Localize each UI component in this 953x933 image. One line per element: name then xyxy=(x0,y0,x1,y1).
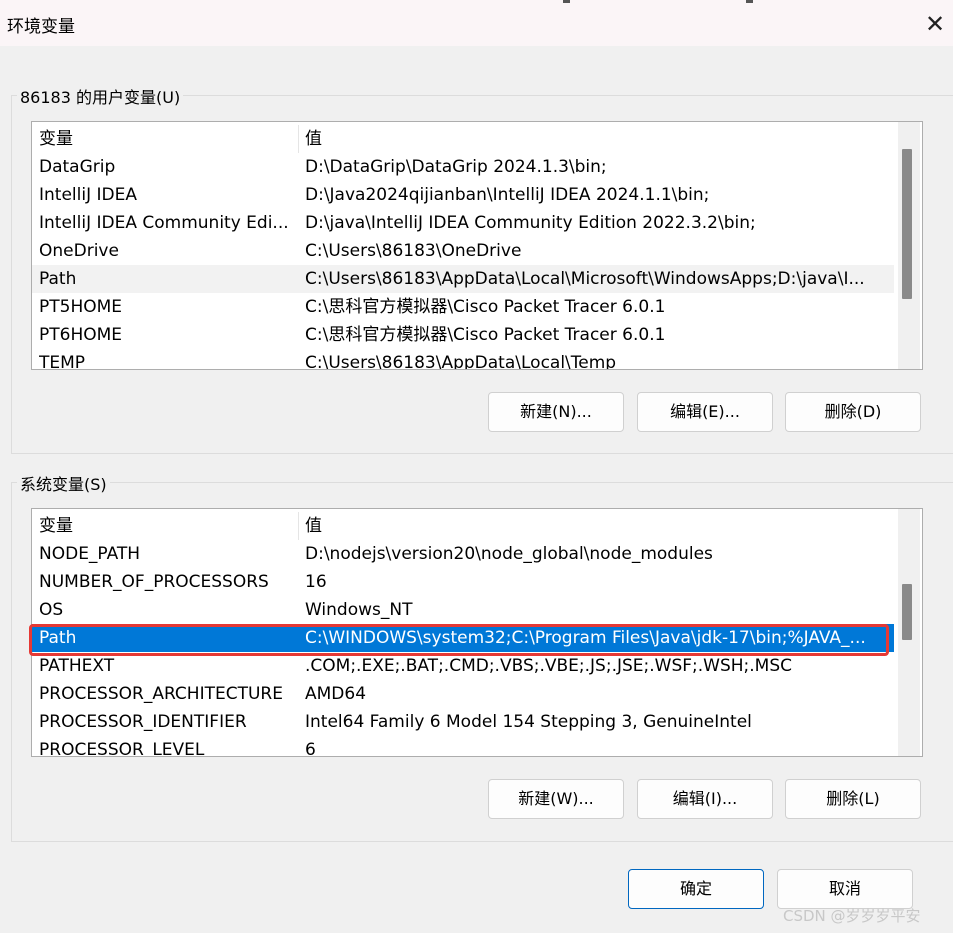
list-item[interactable]: NODE_PATH D:\nodejs\version20\node_global… xyxy=(32,540,894,568)
variable-value: C:\Users\86183\AppData\Local\Temp xyxy=(305,353,617,370)
user-delete-button[interactable]: 删除(D) xyxy=(785,392,921,432)
column-header-variable[interactable]: 变量 xyxy=(39,512,294,540)
variable-value: D:\nodejs\version20\node_global\node_mod… xyxy=(305,544,713,564)
title-bar-mark xyxy=(746,0,753,3)
variable-name: Path xyxy=(39,269,77,289)
variable-name: PATHEXT xyxy=(39,656,115,676)
list-item[interactable]: PATHEXT .COM;.EXE;.BAT;.CMD;.VBS;.VBE;.JS… xyxy=(32,652,894,680)
variable-value: D:\DataGrip\DataGrip 2024.1.3\bin; xyxy=(305,157,607,177)
list-item[interactable]: Path C:\Users\86183\AppData\Local\Microso… xyxy=(32,265,894,293)
system-variables-label: 系统变量(S) xyxy=(17,471,110,495)
list-item[interactable]: OS Windows_NT xyxy=(32,596,894,624)
variable-name: PT6HOME xyxy=(39,325,123,345)
variable-value: C:\思科官方模拟器\Cisco Packet Tracer 6.0.1 xyxy=(305,297,666,317)
user-edit-button[interactable]: 编辑(E)... xyxy=(637,392,773,432)
column-separator[interactable] xyxy=(298,512,299,540)
list-item[interactable]: PROCESSOR_ARCHITECTURE AMD64 xyxy=(32,680,894,708)
column-separator[interactable] xyxy=(298,125,299,153)
scrollbar-thumb[interactable] xyxy=(902,149,912,299)
list-item[interactable]: IntelliJ IDEA D:\Java2024qijianban\Intell… xyxy=(32,181,894,209)
list-item[interactable]: DataGrip D:\DataGrip\DataGrip 2024.1.3\bi… xyxy=(32,153,894,181)
variable-value: Windows_NT xyxy=(305,600,413,620)
user-variables-list[interactable]: 变量 值 DataGrip D:\DataGrip\DataGrip 2024.1… xyxy=(31,121,923,370)
list-item[interactable]: PT6HOME C:\思科官方模拟器\Cisco Packet Tracer 6.… xyxy=(32,321,894,349)
list-item[interactable]: PROCESSOR_IDENTIFIER Intel64 Family 6 Mod… xyxy=(32,708,894,736)
title-bar-mark xyxy=(563,0,570,3)
highlight-box xyxy=(29,624,889,656)
variable-value: C:\Users\86183\OneDrive xyxy=(305,241,522,261)
variable-name: OS xyxy=(39,600,64,620)
scrollbar-thumb[interactable] xyxy=(902,584,912,640)
variable-name: NODE_PATH xyxy=(39,544,141,564)
cancel-button[interactable]: 取消 xyxy=(777,869,913,909)
ok-button[interactable]: 确定 xyxy=(628,869,764,909)
window-title: 环境变量 xyxy=(7,17,75,37)
variable-name: PROCESSOR_LEVEL xyxy=(39,740,205,757)
list-item[interactable]: OneDrive C:\Users\86183\OneDrive xyxy=(32,237,894,265)
column-header-value[interactable]: 值 xyxy=(305,125,322,153)
variable-value: 16 xyxy=(305,572,327,592)
list-item[interactable]: TEMP C:\Users\86183\AppData\Local\Temp xyxy=(32,349,894,370)
variable-name: NUMBER_OF_PROCESSORS xyxy=(39,572,269,592)
variable-value: D:\java\IntelliJ IDEA Community Edition … xyxy=(305,213,756,233)
close-icon[interactable]: ✕ xyxy=(919,8,951,40)
user-new-button[interactable]: 新建(N)... xyxy=(488,392,624,432)
variable-name: PROCESSOR_IDENTIFIER xyxy=(39,712,247,732)
list-header: 变量 值 xyxy=(32,125,892,153)
title-bar: 环境变量 ✕ xyxy=(0,0,953,46)
variable-value: D:\Java2024qijianban\IntelliJ IDEA 2024.… xyxy=(305,185,710,205)
variable-name: PT5HOME xyxy=(39,297,123,317)
system-delete-button[interactable]: 删除(L) xyxy=(785,779,921,819)
user-list-scrollbar[interactable] xyxy=(898,122,920,369)
user-variables-label: 86183 的用户变量(U) xyxy=(17,84,184,108)
variable-value: C:\思科官方模拟器\Cisco Packet Tracer 6.0.1 xyxy=(305,325,666,345)
system-new-button[interactable]: 新建(W)... xyxy=(488,779,624,819)
variable-name: OneDrive xyxy=(39,241,119,261)
column-header-variable[interactable]: 变量 xyxy=(39,125,294,153)
variable-name: TEMP xyxy=(39,353,86,370)
variable-name: IntelliJ IDEA xyxy=(39,185,137,205)
list-header: 变量 值 xyxy=(32,512,892,540)
variable-value: .COM;.EXE;.BAT;.CMD;.VBS;.VBE;.JS;.JSE;.… xyxy=(305,656,793,676)
list-item[interactable]: IntelliJ IDEA Community Edi... D:\java\In… xyxy=(32,209,894,237)
variable-name: DataGrip xyxy=(39,157,116,177)
list-item[interactable]: NUMBER_OF_PROCESSORS 16 xyxy=(32,568,894,596)
column-header-value[interactable]: 值 xyxy=(305,512,322,540)
system-list-scrollbar[interactable] xyxy=(898,509,920,756)
variable-value: C:\Users\86183\AppData\Local\Microsoft\W… xyxy=(305,269,865,289)
list-item[interactable]: PROCESSOR_LEVEL 6 xyxy=(32,736,894,757)
variable-value: Intel64 Family 6 Model 154 Stepping 3, G… xyxy=(305,712,752,732)
variable-name: PROCESSOR_ARCHITECTURE xyxy=(39,684,283,704)
watermark: CSDN @岁岁岁平安 xyxy=(783,907,921,925)
variable-value: AMD64 xyxy=(305,684,367,704)
system-edit-button[interactable]: 编辑(I)... xyxy=(637,779,773,819)
list-item[interactable]: PT5HOME C:\思科官方模拟器\Cisco Packet Tracer 6.… xyxy=(32,293,894,321)
variable-value: 6 xyxy=(305,740,316,757)
variable-name: IntelliJ IDEA Community Edi... xyxy=(39,213,289,233)
